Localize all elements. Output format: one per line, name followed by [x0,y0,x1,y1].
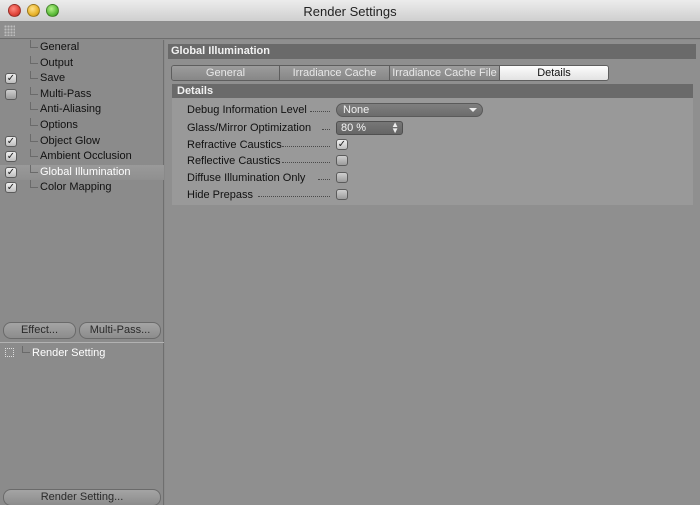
debug-info-label: Debug Information Level [187,104,307,116]
chevron-down-icon [469,108,477,112]
tree-line [30,71,38,80]
leader-dots [318,179,330,180]
save-enable-checkbox[interactable]: ✓ [5,73,17,85]
render-setting-label: Render Setting [32,347,106,359]
refractive-caustics-checkbox[interactable]: ✓ [336,139,348,150]
tree-line [30,40,38,48]
leader-dots [282,162,330,163]
sidebar-item-ambient-occlusion[interactable]: ✓ Ambient Occlusion [0,149,164,165]
tree-line [30,117,38,126]
sidebar: General Output ✓ Save Multi-Pass Anti-Al… [0,40,164,505]
multi-pass-button[interactable]: Multi-Pass... [79,322,161,339]
sidebar-item-general[interactable]: General [0,40,164,56]
diffuse-illumination-label: Diffuse Illumination Only [187,172,306,184]
render-setting-item[interactable]: Render Setting [0,344,164,362]
glass-mirror-row: Glass/Mirror Optimization 80 % ▲ ▼ [172,121,693,137]
sidebar-item-object-glow[interactable]: ✓ Object Glow [0,133,164,150]
main-panel: Global Illumination General Irradiance C… [165,40,700,505]
sidebar-item-multi-pass[interactable]: Multi-Pass [0,86,164,103]
details-title: Details [172,84,693,98]
sidebar-item-global-illumination[interactable]: ✓ Global Illumination [0,164,164,181]
sidebar-item-label: Save [40,72,66,85]
reflective-caustics-label: Reflective Caustics [187,155,281,167]
hide-prepass-label: Hide Prepass [187,189,254,201]
toolbar-strip [0,22,700,39]
sidebar-item-color-mapping[interactable]: ✓ Color Mapping [0,180,164,196]
leader-dots [282,146,330,147]
tab-irradiance-cache[interactable]: Irradiance Cache [280,66,390,80]
global-illumination-enable-checkbox[interactable]: ✓ [5,166,17,178]
tab-irradiance-cache-file[interactable]: Irradiance Cache File [390,66,500,80]
debug-info-dropdown[interactable]: None [336,103,483,117]
glass-mirror-label: Glass/Mirror Optimization [187,122,312,134]
tree-line [30,164,38,173]
tree-line [30,149,38,158]
tree-line [30,180,38,189]
glass-mirror-value: 80 % [341,122,367,134]
leader-dots [322,129,330,130]
sidebar-item-label: Object Glow [40,134,100,147]
tree-line [30,55,38,64]
sidebar-item-options[interactable]: Options [0,117,164,134]
tab-general[interactable]: General [172,66,280,80]
reflective-caustics-row: Reflective Caustics [172,154,693,170]
ambient-occlusion-enable-checkbox[interactable]: ✓ [5,151,17,163]
divider [0,342,164,343]
sidebar-item-output[interactable]: Output [0,55,164,72]
hide-prepass-checkbox[interactable] [336,189,348,200]
leader-dots [310,111,330,112]
reflective-caustics-checkbox[interactable] [336,155,348,166]
sidebar-item-anti-aliasing[interactable]: Anti-Aliasing [0,102,164,118]
grip-handle-icon[interactable] [4,25,15,36]
tree-line [30,133,38,142]
sidebar-item-save[interactable]: ✓ Save [0,71,164,87]
render-setting-button[interactable]: Render Setting... [3,489,161,505]
details-group: Details Debug Information Level None Gla… [172,84,693,205]
multi-pass-enable-checkbox[interactable] [5,88,17,100]
tree-line [22,346,30,353]
title-bar: Render Settings [0,0,700,22]
tab-details[interactable]: Details [500,66,608,80]
debug-info-row: Debug Information Level None [172,103,693,119]
effect-button[interactable]: Effect... [3,322,76,339]
sidebar-item-label: General [40,41,80,53]
leader-dots [258,196,330,197]
sidebar-item-label: Anti-Aliasing [40,103,102,116]
tab-bar: General Irradiance Cache Irradiance Cach… [171,65,609,81]
sidebar-item-label: Color Mapping [40,181,112,194]
tree-line [30,102,38,111]
refractive-caustics-label: Refractive Caustics [187,139,282,151]
refractive-caustics-row: Refractive Caustics ✓ [172,138,693,154]
tree-line [30,86,38,95]
settings-list: General Output ✓ Save Multi-Pass Anti-Al… [0,40,164,196]
section-title: Global Illumination [168,44,696,59]
window-title: Render Settings [303,4,397,19]
sidebar-item-label: Output [40,56,74,69]
sidebar-item-label: Global Illumination [40,165,131,178]
diffuse-illumination-checkbox[interactable] [336,172,348,183]
debug-info-value: None [343,104,370,116]
render-setting-icon [5,348,14,357]
color-mapping-enable-checkbox[interactable]: ✓ [5,182,17,194]
hide-prepass-row: Hide Prepass [172,188,693,204]
object-glow-enable-checkbox[interactable]: ✓ [5,135,17,147]
sidebar-item-label: Multi-Pass [40,87,92,100]
stepper-arrows-icon[interactable]: ▲ ▼ [391,121,399,135]
sidebar-item-label: Ambient Occlusion [40,150,132,163]
glass-mirror-stepper[interactable]: 80 % ▲ ▼ [336,121,403,135]
sidebar-item-label: Options [40,118,78,131]
diffuse-illumination-row: Diffuse Illumination Only [172,171,693,187]
